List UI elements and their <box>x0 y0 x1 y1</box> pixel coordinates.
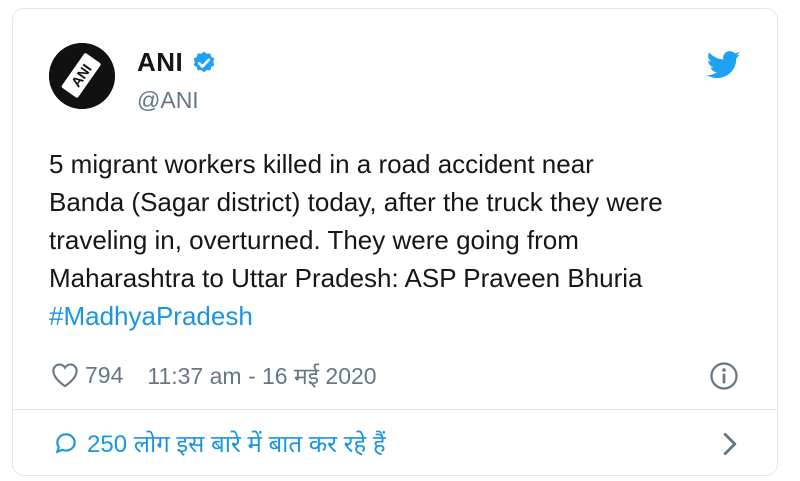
info-icon[interactable] <box>709 361 739 391</box>
tweet-line: traveling in, overturned. They were goin… <box>49 225 579 255</box>
twitter-bird-icon[interactable] <box>707 51 741 79</box>
handle[interactable]: @ANI <box>137 87 199 114</box>
conversation-link[interactable]: 250 लोग इस बारे में बात कर रहे हैं <box>13 410 777 476</box>
tweet-meta: 794 11:37 am - 16 मई 2020 <box>51 359 377 391</box>
hashtag-link[interactable]: #MadhyaPradesh <box>49 297 769 335</box>
chevron-right-icon[interactable] <box>721 432 739 456</box>
tweet-card: ANI ANI @ANI 5 migrant workers killed in… <box>12 8 778 476</box>
tweet-line: Maharashtra to Uttar Pradesh: ASP Pravee… <box>49 263 643 293</box>
avatar[interactable]: ANI <box>49 43 115 109</box>
name-row: ANI <box>137 47 217 78</box>
verified-badge-icon <box>193 51 215 72</box>
timestamp[interactable]: 11:37 am - 16 मई 2020 <box>147 359 376 391</box>
like-count[interactable]: 794 <box>85 362 123 389</box>
conversation-count[interactable]: 250 लोग इस बारे में बात कर रहे हैं <box>87 427 386 460</box>
heart-icon[interactable] <box>51 362 79 388</box>
tweet-text: 5 migrant workers killed in a road accid… <box>49 145 769 335</box>
speech-bubble-icon <box>55 433 76 454</box>
tweet-line: 5 migrant workers killed in a road accid… <box>49 149 594 179</box>
ani-logo-icon: ANI <box>49 43 115 109</box>
tweet-line: Banda (Sagar district) today, after the … <box>49 187 663 217</box>
display-name[interactable]: ANI <box>137 47 183 78</box>
